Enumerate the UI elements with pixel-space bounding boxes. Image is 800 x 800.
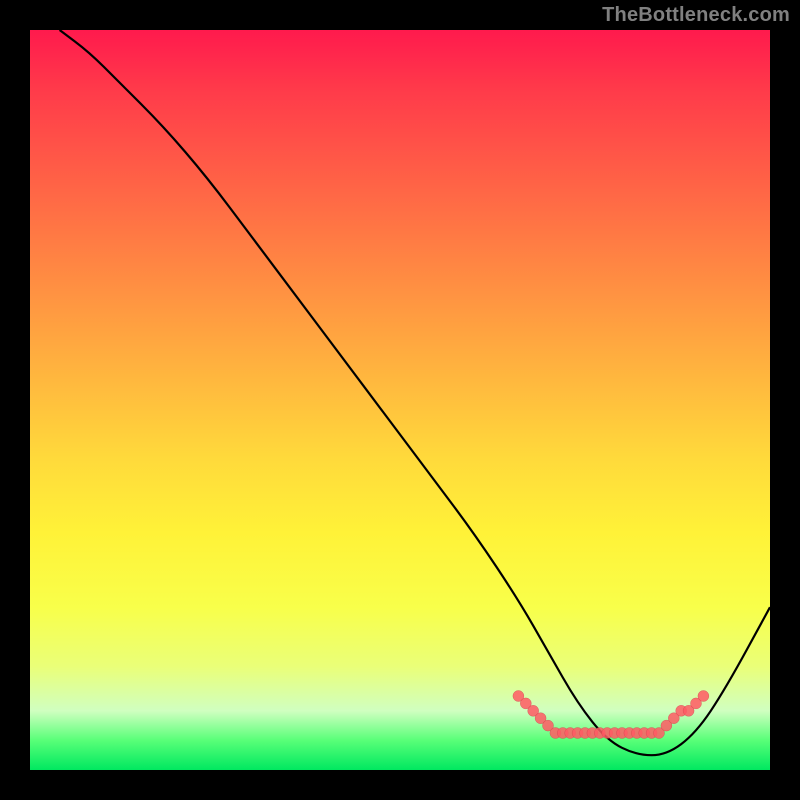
plot-area bbox=[30, 30, 770, 770]
bottleneck-curve-svg bbox=[30, 30, 770, 770]
attribution-text: TheBottleneck.com bbox=[602, 4, 790, 27]
valley-markers bbox=[513, 691, 709, 739]
valley-marker bbox=[698, 691, 709, 702]
chart-frame: TheBottleneck.com bbox=[0, 0, 800, 800]
bottleneck-curve bbox=[60, 30, 770, 755]
